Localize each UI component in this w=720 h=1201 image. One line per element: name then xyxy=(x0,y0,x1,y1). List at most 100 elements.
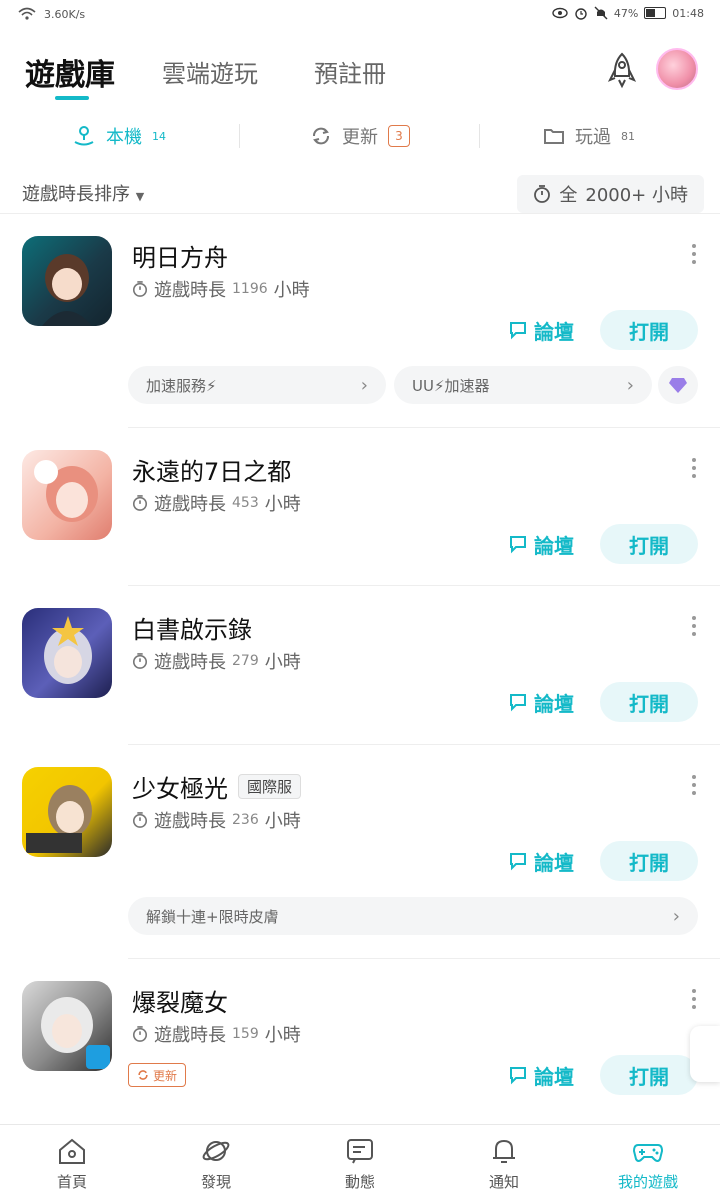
nav-my-games[interactable]: 我的遊戲 xyxy=(576,1125,720,1201)
character-art xyxy=(44,616,92,684)
open-game-button[interactable]: 打開 xyxy=(600,841,698,881)
tab-pre-register[interactable]: 預註冊 xyxy=(314,54,386,89)
server-tag: 國際服 xyxy=(238,774,302,799)
forum-button[interactable]: 論壇 xyxy=(508,524,574,564)
subtab-played-label: 玩過 xyxy=(575,127,611,148)
forum-button[interactable]: 論壇 xyxy=(508,1055,574,1095)
eye-icon xyxy=(552,7,568,19)
playtime-hours: 236 xyxy=(232,812,259,828)
playtime-hours: 159 xyxy=(232,1026,259,1042)
joystick-icon xyxy=(74,126,94,146)
more-options-icon[interactable] xyxy=(690,244,698,264)
forum-button[interactable]: 論壇 xyxy=(508,682,574,722)
tab-game-library[interactable]: 遊戲庫 xyxy=(25,50,115,94)
timer-icon xyxy=(132,653,148,669)
game-title[interactable]: 爆裂魔女 xyxy=(132,983,228,1018)
forum-button[interactable]: 論壇 xyxy=(508,310,574,350)
game-title[interactable]: 永遠的7日之都 xyxy=(132,452,291,487)
playtime-info: 遊戲時長 1196 小時 xyxy=(132,276,310,302)
playtime-filter-label: 2000+ 小時 xyxy=(585,185,688,206)
subtab-updates-label: 更新 xyxy=(342,127,378,148)
playtime-info: 遊戲時長 236 小時 xyxy=(132,807,301,833)
playtime-label: 遊戲時長 xyxy=(154,652,226,673)
game-title[interactable]: 明日方舟 xyxy=(132,238,228,273)
clock: 01:48 xyxy=(672,6,704,20)
playtime-unit: 小時 xyxy=(264,811,301,832)
timer-icon xyxy=(534,185,551,203)
battery-icon xyxy=(644,7,667,19)
game-icon-girls-aurora[interactable] xyxy=(22,767,112,857)
tab-cloud-play[interactable]: 雲端遊玩 xyxy=(162,54,258,89)
top-header: 遊戲庫 雲端遊玩 預註冊 xyxy=(0,40,720,100)
update-tag[interactable]: 更新 xyxy=(128,1063,187,1087)
battery-level xyxy=(646,9,655,17)
timer-icon xyxy=(132,281,148,297)
playtime-unit: 小時 xyxy=(264,652,301,673)
playtime-hours: 453 xyxy=(232,495,259,511)
refresh-icon xyxy=(138,1070,148,1080)
bell-icon xyxy=(493,1139,515,1163)
divider xyxy=(0,213,720,214)
game-title[interactable]: 白書啟示錄 xyxy=(132,610,252,645)
playtime-unit: 小時 xyxy=(273,280,310,301)
nav-discover[interactable]: 發現 xyxy=(144,1125,288,1201)
subtab-local[interactable]: 本機 14 xyxy=(72,110,166,162)
sort-dropdown[interactable]: 遊戲時長排序 ▼ xyxy=(22,180,144,206)
playtime-hours: 279 xyxy=(232,653,259,669)
promo-pill[interactable]: 解鎖十連+限時皮膚 › xyxy=(128,897,698,935)
game-title[interactable]: 少女極光 國際服 xyxy=(132,769,302,804)
playtime-unit: 小時 xyxy=(264,1025,301,1046)
nav-home[interactable]: 首頁 xyxy=(0,1125,144,1201)
divider xyxy=(128,958,720,959)
more-options-icon[interactable] xyxy=(690,989,698,1009)
open-game-button[interactable]: 打開 xyxy=(600,682,698,722)
refresh-icon xyxy=(313,127,329,145)
playtime-filter[interactable]: 全 2000+ 小時 xyxy=(517,175,704,213)
game-icon-burst-witch[interactable] xyxy=(22,981,112,1071)
open-game-button[interactable]: 打開 xyxy=(600,524,698,564)
nav-discover-label: 發現 xyxy=(200,1173,231,1191)
alarm-icon xyxy=(575,8,587,20)
game-icon-arknights[interactable] xyxy=(22,236,112,326)
accelerator-pill[interactable]: UU⚡加速器 › xyxy=(394,366,652,404)
nav-feed[interactable]: 動態 xyxy=(288,1125,432,1201)
accelerator-pill[interactable]: 加速服務⚡ › xyxy=(128,366,386,404)
playtime-label: 遊戲時長 xyxy=(154,280,226,301)
rocket-icon[interactable] xyxy=(602,50,642,90)
sort-label: 遊戲時長排序 xyxy=(22,184,130,205)
nav-notifications-label: 通知 xyxy=(488,1173,519,1191)
forum-button[interactable]: 論壇 xyxy=(508,841,574,881)
subtab-played[interactable]: 玩過 81 xyxy=(543,110,635,162)
subtab-local-label: 本機 xyxy=(106,127,142,148)
chevron-right-icon: › xyxy=(360,374,368,396)
playtime-info: 遊戲時長 279 小時 xyxy=(132,648,301,674)
more-options-icon[interactable] xyxy=(690,616,698,636)
subtab-divider xyxy=(479,124,480,148)
status-bar: 3.60K/s 47% 01:48 xyxy=(0,0,720,30)
subtab-updates[interactable]: 更新 3 xyxy=(310,110,410,162)
game-icon-white-book[interactable] xyxy=(22,608,112,698)
playtime-label: 遊戲時長 xyxy=(154,494,226,515)
playtime-label: 遊戲時長 xyxy=(154,811,226,832)
chat-icon xyxy=(510,536,526,554)
folder-icon xyxy=(544,129,564,144)
playtime-filter-prefix: 全 xyxy=(559,185,578,206)
chat-icon xyxy=(510,853,526,871)
more-options-icon[interactable] xyxy=(690,458,698,478)
more-options-icon[interactable] xyxy=(690,775,698,795)
open-game-button[interactable]: 打開 xyxy=(600,310,698,350)
wifi-icon xyxy=(18,7,36,20)
subtab-divider xyxy=(239,124,240,148)
subtab-local-count: 14 xyxy=(152,129,166,143)
timer-icon xyxy=(132,495,148,511)
game-icon-7days[interactable] xyxy=(22,450,112,540)
user-avatar[interactable] xyxy=(656,48,698,90)
open-game-button[interactable]: 打開 xyxy=(600,1055,698,1095)
diamond-icon[interactable] xyxy=(658,366,698,404)
gamepad-icon xyxy=(632,1144,664,1162)
character-art xyxy=(42,254,92,326)
floating-side-button[interactable] xyxy=(690,1026,720,1082)
playtime-label: 遊戲時長 xyxy=(154,1025,226,1046)
chat-icon xyxy=(510,694,526,712)
nav-notifications[interactable]: 通知 xyxy=(432,1125,576,1201)
